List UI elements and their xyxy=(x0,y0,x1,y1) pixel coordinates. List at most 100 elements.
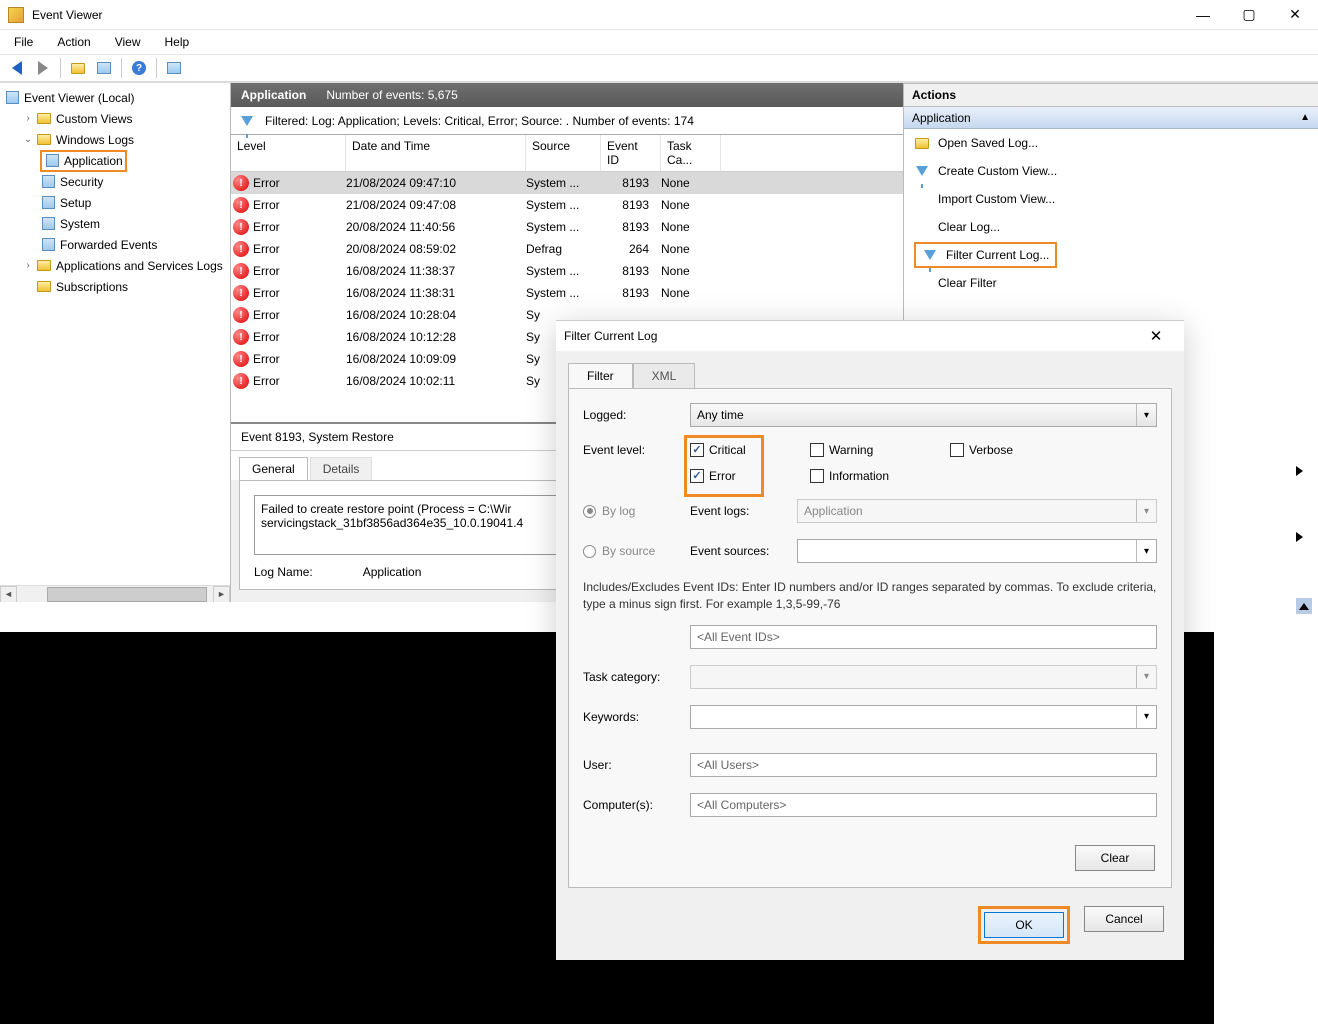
tree-apps-services[interactable]: › Applications and Services Logs xyxy=(0,255,230,276)
table-row[interactable]: !Error16/08/2024 11:38:31System ...8193N… xyxy=(231,282,903,304)
tree-label: Custom Views xyxy=(56,112,132,126)
tree-custom-views[interactable]: › Custom Views xyxy=(0,108,230,129)
check-error[interactable]: Error xyxy=(690,469,810,483)
table-row[interactable]: !Error20/08/2024 08:59:02Defrag264None xyxy=(231,238,903,260)
error-icon: ! xyxy=(233,307,249,323)
tree-root[interactable]: Event Viewer (Local) xyxy=(0,87,230,108)
check-label: Error xyxy=(709,469,736,483)
tree-scrollbar[interactable]: ◄ ► xyxy=(0,585,230,602)
radio-by-log[interactable]: By log xyxy=(583,504,678,518)
tab-filter[interactable]: Filter xyxy=(568,363,633,388)
col-eventid[interactable]: Event ID xyxy=(601,135,661,171)
close-button[interactable]: ✕ xyxy=(1272,0,1318,30)
check-information[interactable]: Information xyxy=(810,469,950,483)
action-create-custom-view[interactable]: Create Custom View... xyxy=(904,157,1318,185)
action-filter-current-log[interactable]: Filter Current Log... xyxy=(904,241,1318,269)
checkbox-icon xyxy=(950,443,964,457)
col-source[interactable]: Source xyxy=(526,135,601,171)
table-row[interactable]: !Error21/08/2024 09:47:08System ...8193N… xyxy=(231,194,903,216)
cell-source: System ... xyxy=(526,198,601,212)
tree-windows-logs[interactable]: ⌄Windows Logs xyxy=(0,129,230,150)
error-icon: ! xyxy=(233,351,249,367)
action-clear-filter[interactable]: Clear Filter xyxy=(904,269,1318,297)
check-critical[interactable]: Critical xyxy=(690,443,810,457)
collapse-icon[interactable]: ⌄ xyxy=(22,134,34,145)
event-ids-input[interactable]: <All Event IDs> xyxy=(690,625,1157,649)
folder-icon xyxy=(37,260,51,271)
clear-button[interactable]: Clear xyxy=(1075,845,1155,871)
col-level[interactable]: Level xyxy=(231,135,346,171)
menu-file[interactable]: File xyxy=(4,33,43,51)
table-row[interactable]: !Error20/08/2024 11:40:56System ...8193N… xyxy=(231,216,903,238)
tb-folder[interactable] xyxy=(66,57,90,79)
scroll-thumb[interactable] xyxy=(47,587,207,602)
col-task[interactable]: Task Ca... xyxy=(661,135,721,171)
action-open-saved-log[interactable]: Open Saved Log... xyxy=(904,129,1318,157)
tree-application[interactable]: Application xyxy=(0,150,230,171)
tab-details[interactable]: Details xyxy=(310,457,373,480)
event-sources-select[interactable]: ▾ xyxy=(797,539,1157,563)
action-import-custom-view[interactable]: Import Custom View... xyxy=(904,185,1318,213)
tb-help[interactable]: ? xyxy=(127,57,151,79)
forward-button[interactable] xyxy=(31,57,55,79)
event-logs-select[interactable]: Application▾ xyxy=(797,499,1157,523)
btn-label: OK xyxy=(1015,918,1032,932)
actions-section[interactable]: Application ▲ xyxy=(904,107,1318,129)
action-label: Import Custom View... xyxy=(938,192,1055,206)
cell-date: 21/08/2024 09:47:10 xyxy=(346,176,526,190)
arrow-left-icon xyxy=(12,61,22,75)
radio-by-source[interactable]: By source xyxy=(583,544,678,558)
tb-panel2[interactable] xyxy=(162,57,186,79)
task-category-select[interactable]: ▾ xyxy=(690,665,1157,689)
computers-input[interactable]: <All Computers> xyxy=(690,793,1157,817)
tree-setup[interactable]: Setup xyxy=(0,192,230,213)
table-row[interactable]: !Error21/08/2024 09:47:10System ...8193N… xyxy=(231,172,903,194)
keywords-label: Keywords: xyxy=(583,710,678,724)
table-row[interactable]: !Error16/08/2024 11:38:37System ...8193N… xyxy=(231,260,903,282)
expand-icon[interactable]: › xyxy=(22,113,34,124)
expand-icon[interactable]: › xyxy=(22,260,34,271)
toolbar: ? xyxy=(0,54,1318,82)
triangle-right-icon xyxy=(1296,532,1303,542)
check-verbose[interactable]: Verbose xyxy=(950,443,1060,457)
tab-xml[interactable]: XML xyxy=(633,363,696,388)
blank-icon xyxy=(914,275,930,291)
menu-view[interactable]: View xyxy=(105,33,151,51)
action-clear-log[interactable]: Clear Log... xyxy=(904,213,1318,241)
dialog-close-button[interactable]: ✕ xyxy=(1136,327,1176,345)
tree-security[interactable]: Security xyxy=(0,171,230,192)
cell-level: Error xyxy=(253,374,280,388)
ok-button[interactable]: OK xyxy=(984,912,1064,938)
cell-date: 16/08/2024 10:09:09 xyxy=(346,352,526,366)
cell-level: Error xyxy=(253,308,280,322)
logged-select[interactable]: Any time▾ xyxy=(690,403,1157,427)
tree-subscriptions[interactable]: ›Subscriptions xyxy=(0,276,230,297)
check-warning[interactable]: Warning xyxy=(810,443,950,457)
cell-date: 21/08/2024 09:47:08 xyxy=(346,198,526,212)
tree-forwarded[interactable]: Forwarded Events xyxy=(0,234,230,255)
event-list-header: Application Number of events: 5,675 xyxy=(231,83,903,107)
tab-general[interactable]: General xyxy=(239,457,308,480)
logged-value: Any time xyxy=(697,408,744,422)
cancel-button[interactable]: Cancel xyxy=(1084,906,1164,932)
menu-help[interactable]: Help xyxy=(155,33,200,51)
title-bar: Event Viewer — ▢ ✕ xyxy=(0,0,1318,30)
back-button[interactable] xyxy=(5,57,29,79)
scroll-right-button[interactable]: ► xyxy=(213,586,230,603)
tree-label: Applications and Services Logs xyxy=(56,259,223,273)
check-label: Verbose xyxy=(969,443,1013,457)
maximize-button[interactable]: ▢ xyxy=(1226,0,1272,30)
error-icon: ! xyxy=(233,373,249,389)
keywords-select[interactable]: ▾ xyxy=(690,705,1157,729)
col-date[interactable]: Date and Time xyxy=(346,135,526,171)
tree-system[interactable]: System xyxy=(0,213,230,234)
scroll-left-button[interactable]: ◄ xyxy=(0,586,17,603)
actions-header: Actions xyxy=(904,83,1318,107)
cell-source: System ... xyxy=(526,176,601,190)
log-icon xyxy=(42,238,55,251)
tb-window[interactable] xyxy=(92,57,116,79)
user-input[interactable]: <All Users> xyxy=(690,753,1157,777)
chevron-up-icon: ▲ xyxy=(1300,112,1310,123)
menu-action[interactable]: Action xyxy=(47,33,100,51)
minimize-button[interactable]: — xyxy=(1180,0,1226,30)
